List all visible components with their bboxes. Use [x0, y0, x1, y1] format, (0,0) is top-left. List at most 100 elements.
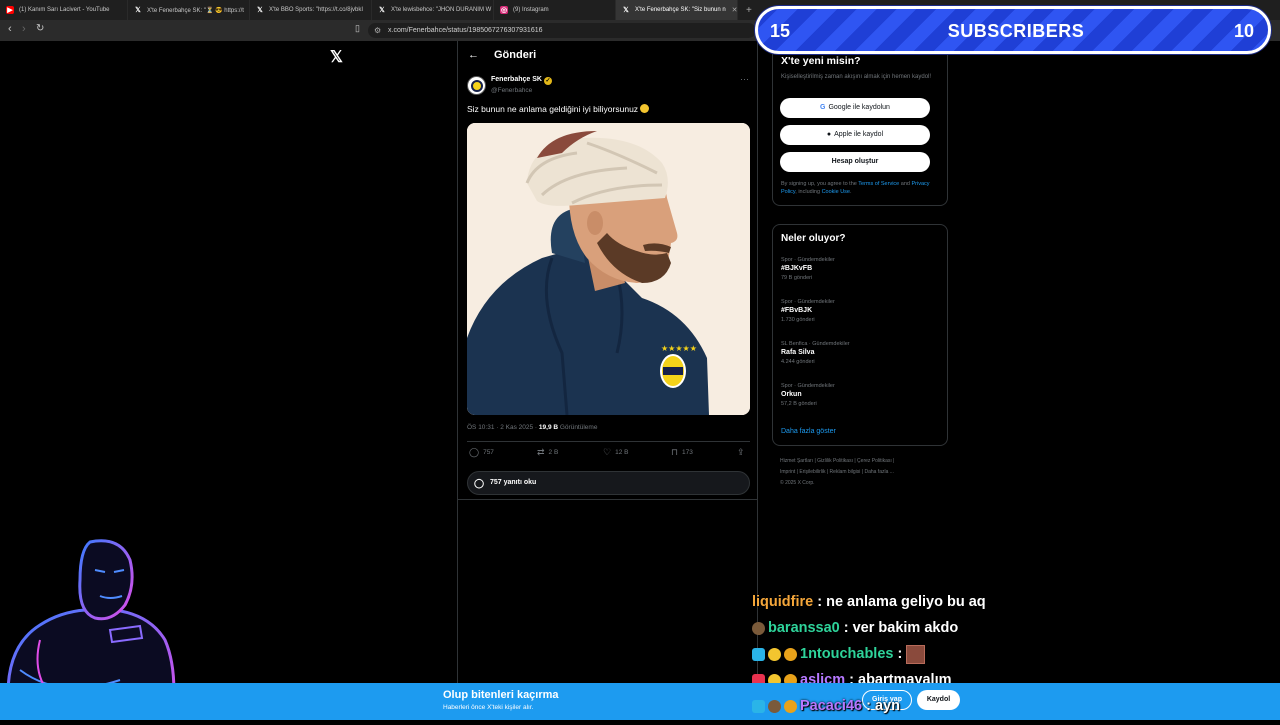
trend-item[interactable]: Spor · Gündemdekiler #BJKvFB 79 B gönder… [781, 257, 941, 281]
reply-count: 757 [483, 449, 494, 456]
terms-link[interactable]: Terms of Service [858, 181, 899, 187]
post-timestamp[interactable]: ÖS 10:31 · 2 Kas 2025 · [467, 424, 539, 431]
chat-text: : ne anlama geliyo bu aq [817, 594, 986, 610]
repost-icon: ⇄ [537, 447, 545, 457]
sub-badge-icon [784, 647, 797, 661]
trend-count: 79 B gönderi [781, 275, 813, 281]
apple-signup-label: Apple ile kaydol [834, 131, 884, 138]
x-icon: 𝕏 [623, 7, 629, 14]
url-text: x.com/Fenerbahce/status/1985067276307931… [388, 27, 543, 34]
x-icon: 𝕏 [379, 7, 385, 14]
signup-card: X'te yeni misin? Kişiselleştirilmiş zama… [772, 41, 948, 206]
signup-description: Kişiselleştirilmiş zaman akışını almak i… [781, 74, 932, 80]
copyright: © 2025 X Corp. [780, 480, 815, 486]
prompt-title: Olup bitenleri kaçırma [443, 689, 559, 701]
trend-name: #FBvBJK [781, 307, 813, 314]
signup-prompt-bar: Olup bitenleri kaçırma Haberleri önce X'… [0, 683, 1280, 720]
back-arrow-icon[interactable]: ← [468, 49, 479, 61]
trend-context: Spor · Gündemdekiler [781, 383, 835, 389]
divider [467, 441, 750, 442]
avatar[interactable] [467, 76, 486, 95]
bookmark-button[interactable]: ⊓ 173 [671, 447, 693, 458]
new-tab-button[interactable]: + [746, 5, 752, 16]
trend-name: Rafa Silva [781, 349, 815, 356]
repost-button[interactable]: ⇄ 2 B [537, 447, 558, 458]
chat-message: Pacaci46: ayn [752, 694, 900, 718]
subscriber-count-right: 10 [1233, 21, 1254, 41]
like-count: 12 B [615, 449, 629, 456]
smirk-emoji-icon [640, 104, 650, 113]
prime-badge-icon [752, 699, 765, 713]
tab-label: X'te Fenerbahçe SK: "⏳ 😎 https://t [147, 7, 244, 14]
x-icon: 𝕏 [257, 7, 263, 14]
chat-username: baranssa0 [768, 620, 840, 636]
views-count: 19,9 B [538, 424, 559, 431]
share-icon: ⇪ [737, 447, 745, 457]
read-replies-button[interactable]: ◯ 757 yanıtı oku [467, 471, 750, 495]
more-options-icon[interactable]: ··· [740, 74, 749, 84]
emoji-badge-icon [768, 647, 781, 661]
cookie-link[interactable]: Cookie Use [822, 189, 850, 195]
trend-item[interactable]: SL Benfica · Gündemdekiler Rafa Silva 4.… [781, 341, 941, 365]
chat-message: baranssa0: ver bakim akdo [752, 616, 958, 640]
google-signup-button[interactable]: G Google ile kaydolun [780, 98, 930, 118]
post-header: ← Gönderi [458, 41, 758, 71]
browser-tab[interactable]: ◎ (9) Instagram [494, 0, 616, 20]
site-info-icon[interactable]: ⚙ [374, 23, 381, 38]
footer-line[interactable]: Hizmet Şartları | Gizlilik Politikası | … [780, 456, 950, 467]
show-more-link[interactable]: Daha fazla göster [781, 428, 836, 435]
tab-label: (9) Instagram [513, 7, 549, 13]
account-name[interactable]: Fenerbahçe SK ✓ [491, 76, 552, 85]
legal-text: , including [795, 189, 822, 195]
share-button[interactable]: ⇪ [737, 447, 749, 458]
bookmark-icon[interactable]: ▯ [355, 23, 360, 34]
post-image[interactable]: ★★★★★ [467, 123, 750, 415]
trend-context: Spor · Gündemdekiler [781, 257, 835, 263]
chat-username: Pacaci46 [800, 698, 863, 714]
chat-emote-image [906, 644, 926, 664]
x-logo-icon[interactable]: 𝕏 [330, 47, 343, 67]
footer-line[interactable]: Imprint | Erişilebilirlik | Reklam bilgi… [780, 467, 950, 478]
prompt-subtitle: Haberleri önce X'teki kişiler alır. [443, 704, 534, 711]
browser-tab[interactable]: 𝕏 X'te Fenerbahçe SK: "⏳ 😎 https://t [128, 0, 250, 20]
trends-title: Neler oluyor? [781, 233, 846, 244]
back-arrow-icon[interactable]: ‹ [8, 23, 12, 35]
reply-button[interactable]: ◯ 757 [469, 447, 494, 458]
tab-label: X'te BBO Sports: "https://t.co/8jvbkI [269, 7, 363, 13]
emoji-badge-icon [768, 699, 781, 713]
divider [458, 499, 758, 500]
user-badge-icon [752, 621, 765, 635]
browser-tab[interactable]: 𝕏 X'te lewisbehce: "JHON DURANIM W [372, 0, 494, 20]
trend-count: 4.244 gönderi [781, 359, 815, 365]
trend-item[interactable]: Spor · Gündemdekiler Orkun 57,2 B gönder… [781, 383, 941, 407]
post-meta: ÖS 10:31 · 2 Kas 2025 · 19,9 B Görüntüle… [467, 424, 597, 431]
apple-signup-button[interactable]: ● Apple ile kaydol [780, 125, 930, 145]
trend-count: 57,2 B gönderi [781, 401, 817, 407]
page-title: Gönderi [494, 49, 537, 61]
signup-legal: By signing up, you agree to the Terms of… [781, 180, 941, 196]
reply-icon: ◯ [469, 447, 480, 457]
account-handle[interactable]: @Fenerbahce [491, 87, 532, 94]
reload-icon[interactable]: ↻ [36, 23, 44, 34]
like-button[interactable]: ♡ 12 B [603, 447, 628, 458]
browser-tab[interactable]: 𝕏 X'te BBO Sports: "https://t.co/8jvbkI [250, 0, 372, 20]
chat-text: : ayn [866, 698, 900, 714]
close-tab-icon[interactable]: ✕ [732, 6, 737, 14]
trend-context: Spor · Gündemdekiler [781, 299, 835, 305]
tab-label: X'te Fenerbahçe SK: "Siz bunun n [635, 7, 726, 13]
browser-tab[interactable]: ▶ (1) Kanım Sarı Lacivert - YouTube [0, 0, 128, 20]
url-input[interactable]: ⚙ x.com/Fenerbahce/status/19850672763079… [368, 23, 756, 38]
trend-item[interactable]: Spor · Gündemdekiler #FBvBJK 1.730 gönde… [781, 299, 941, 323]
browser-tab-active[interactable]: 𝕏 X'te Fenerbahçe SK: "Siz bunun n ✕ [616, 0, 738, 20]
post-text: Siz bunun ne anlama geldiğini iyi biliyo… [467, 104, 650, 114]
reply-bubble-icon: ◯ [474, 478, 485, 488]
google-icon: G [820, 104, 826, 111]
legal-text: By signing up, you agree to the [781, 181, 859, 187]
x-icon: 𝕏 [135, 7, 141, 14]
signup-button[interactable]: Kaydol [917, 690, 960, 710]
prime-badge-icon [752, 647, 765, 661]
create-account-button[interactable]: Hesap oluştur [780, 152, 930, 172]
subscriber-label: SUBSCRIBERS [947, 21, 1085, 41]
trends-card: Neler oluyor? Spor · Gündemdekiler #BJKv… [772, 224, 948, 446]
forward-arrow-icon[interactable]: › [22, 23, 26, 35]
